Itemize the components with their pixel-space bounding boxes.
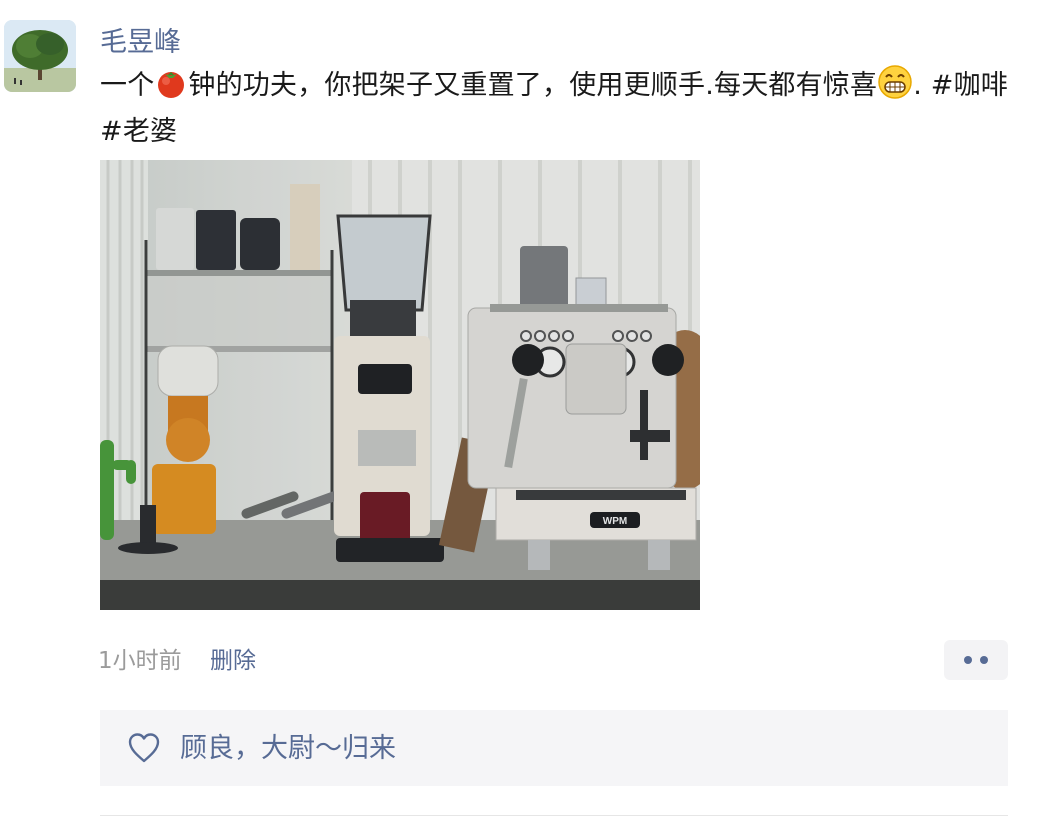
divider bbox=[100, 815, 1008, 816]
post-text: 一个 钟的功夫，你把架子又重置了，使用更顺手.每天都有惊喜. #咖啡 #老婆 bbox=[100, 64, 1010, 152]
dot bbox=[964, 656, 972, 664]
tree-avatar-image bbox=[4, 20, 76, 92]
post-photo[interactable]: WPM bbox=[100, 160, 700, 610]
post-time: 1小时前 bbox=[98, 648, 182, 674]
delete-button[interactable]: 删除 bbox=[210, 645, 256, 677]
avatar[interactable] bbox=[4, 20, 76, 92]
more-dots-icon[interactable] bbox=[944, 640, 1008, 680]
author-name[interactable]: 毛昱峰 bbox=[100, 24, 181, 62]
coffee-corner-photo: WPM bbox=[100, 160, 700, 610]
tomato-emoji bbox=[154, 66, 188, 112]
dot bbox=[980, 656, 988, 664]
post-text-part-2: 钟的功夫，你把架子又重置了，使用更顺手.每天都有惊喜 bbox=[188, 70, 878, 101]
grinning-face-emoji bbox=[877, 64, 913, 112]
heart-outline-icon bbox=[127, 732, 161, 768]
likes-panel: 顾良，大尉～归来 bbox=[100, 710, 1008, 786]
post-text-part-1: 一个 bbox=[100, 70, 155, 101]
liker-names[interactable]: 顾良，大尉～归来 bbox=[180, 730, 396, 768]
